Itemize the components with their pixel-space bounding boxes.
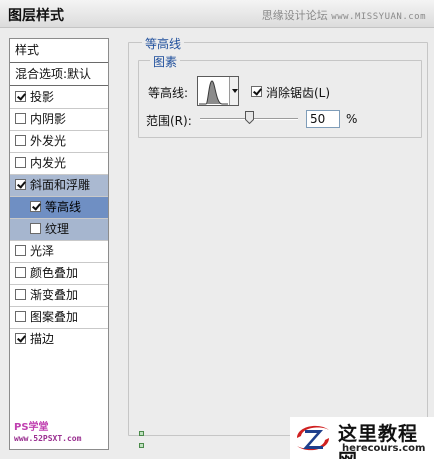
inner-glow-checkbox[interactable] (15, 157, 26, 168)
range-unit: % (346, 112, 358, 126)
contour-dropdown-chevron-icon[interactable] (229, 77, 238, 105)
gradient-overlay-checkbox[interactable] (15, 289, 26, 300)
dialog-title: 图层样式 (8, 8, 64, 24)
style-item-bevel-emboss[interactable]: 斜面和浮雕 (10, 175, 108, 197)
style-item-label: 内阴影 (30, 112, 67, 126)
outer-glow-checkbox[interactable] (15, 135, 26, 146)
contour-picker[interactable] (197, 76, 239, 106)
footer-url: www.52PSXT.com (14, 434, 82, 443)
style-item-label: 描边 (30, 332, 55, 346)
range-slider-thumb[interactable] (244, 111, 254, 124)
style-item-inner-glow[interactable]: 内发光 (10, 153, 108, 175)
elements-group-title: 图素 (150, 53, 181, 70)
watermark: 思缘设计论坛 www.MISSYUAN.com (262, 7, 426, 23)
watermark-text: 思缘设计论坛 (261, 9, 328, 22)
style-list-header[interactable]: 样式 (10, 39, 108, 63)
style-item-stroke[interactable]: 描边 (10, 329, 108, 351)
style-item-label: 渐变叠加 (30, 288, 79, 302)
color-overlay-checkbox[interactable] (15, 267, 26, 278)
style-item-gradient-overlay[interactable]: 渐变叠加 (10, 285, 108, 307)
style-item-contour[interactable]: 等高线 (10, 197, 108, 219)
style-item-label: 纹理 (45, 222, 70, 236)
style-item-label: 等高线 (45, 200, 82, 214)
style-item-label: 内发光 (30, 156, 67, 170)
footer-brand: PS学堂 (14, 422, 49, 433)
satin-checkbox[interactable] (15, 245, 26, 256)
style-item-drop-shadow[interactable]: 投影 (10, 87, 108, 109)
corner-marker-icon (139, 443, 144, 448)
style-item-label: 颜色叠加 (30, 266, 79, 280)
antialias-label[interactable]: 消除锯齿(L) (266, 84, 330, 101)
stroke-checkbox[interactable] (15, 333, 26, 344)
contour-curve-icon (199, 80, 228, 105)
site-logo: 这里教程网 herecours.com (290, 417, 434, 459)
style-item-inner-shadow[interactable]: 内阴影 (10, 109, 108, 131)
drop-shadow-checkbox[interactable] (15, 91, 26, 102)
style-item-texture[interactable]: 纹理 (10, 219, 108, 241)
logo-z-emblem-icon (297, 425, 329, 451)
watermark-url: www.MISSYUAN.com (331, 12, 426, 22)
style-item-label: 投影 (30, 90, 55, 104)
style-item-color-overlay[interactable]: 颜色叠加 (10, 263, 108, 285)
style-item-label: 斜面和浮雕 (30, 178, 91, 192)
antialias-checkbox[interactable] (251, 86, 262, 97)
title-bar: 图层样式 思缘设计论坛 www.MISSYUAN.com (0, 0, 434, 28)
inner-shadow-checkbox[interactable] (15, 113, 26, 124)
style-list: 样式 混合选项:默认 投影 内阴影 外发光 内发光 斜面和浮雕 等高线 纹理 光… (9, 38, 109, 450)
blend-options-item[interactable]: 混合选项:默认 (10, 64, 108, 86)
bevel-emboss-checkbox[interactable] (15, 179, 26, 190)
range-value-input[interactable]: 50 (306, 110, 340, 128)
style-item-satin[interactable]: 光泽 (10, 241, 108, 263)
corner-marker-icon (139, 431, 144, 436)
logo-text-en: herecours.com (342, 443, 426, 454)
pattern-overlay-checkbox[interactable] (15, 311, 26, 322)
contour-group-title: 等高线 (142, 35, 185, 52)
style-item-outer-glow[interactable]: 外发光 (10, 131, 108, 153)
range-label: 范围(R): (146, 114, 192, 128)
style-item-label: 外发光 (30, 134, 67, 148)
texture-checkbox[interactable] (30, 223, 41, 234)
style-item-label: 图案叠加 (30, 310, 79, 324)
style-item-pattern-overlay[interactable]: 图案叠加 (10, 307, 108, 329)
blend-options-label: 混合选项:默认 (15, 67, 92, 81)
contour-checkbox[interactable] (30, 201, 41, 212)
footer-watermark: PS学堂 www.52PSXT.com (14, 418, 108, 444)
style-item-label: 光泽 (30, 244, 55, 258)
contour-label: 等高线: (148, 86, 189, 100)
